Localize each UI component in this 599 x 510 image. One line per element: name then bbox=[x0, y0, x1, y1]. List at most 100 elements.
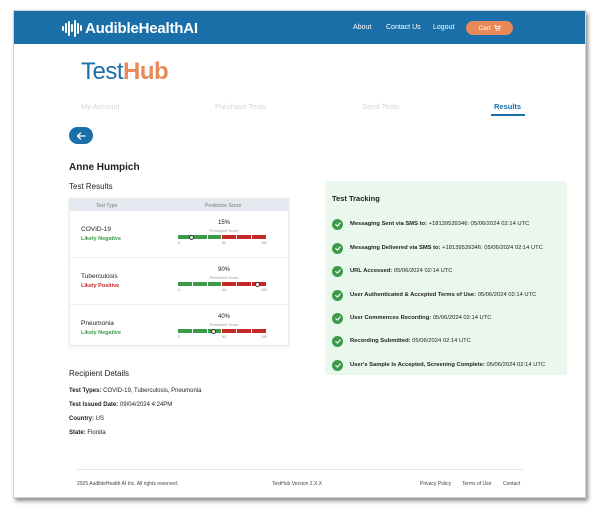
score-bar-segment bbox=[222, 235, 237, 239]
score-bar-segment bbox=[252, 329, 266, 333]
tracking-item-text: Recording Submitted: 05/06/2024 02:14 UT… bbox=[350, 338, 471, 344]
result-status: Likely Negative bbox=[81, 236, 122, 242]
tab-purchase-tests[interactable]: Purchase Tests bbox=[215, 102, 266, 111]
tracking-item-text: User's Sample Is Accepted, Screening Com… bbox=[350, 362, 546, 368]
tracking-item-text: Messaging Sent via SMS to: +18139539346:… bbox=[350, 221, 530, 227]
predictive-score-label: Predictive Score bbox=[209, 322, 239, 327]
brand-logo[interactable]: AudibleHealthAI bbox=[62, 19, 198, 37]
predictive-score-label: Predictive Score bbox=[209, 275, 239, 280]
screenshot-frame: AudibleHealthAI About Contact Us Logout … bbox=[0, 0, 599, 510]
tracking-item-text: Messaging Delivered via SMS to: +1813953… bbox=[350, 245, 543, 251]
results-table-header: Test Type Predictive Score bbox=[70, 199, 288, 211]
result-status: Likely Positive bbox=[81, 283, 120, 289]
score-bar-segment bbox=[252, 235, 266, 239]
footer-contact[interactable]: Contact bbox=[503, 481, 520, 487]
tracking-item: Recording Submitted: 05/06/2024 02:14 UT… bbox=[332, 335, 471, 347]
page: AudibleHealthAI About Contact Us Logout … bbox=[13, 10, 586, 498]
score-bar-segment bbox=[237, 235, 252, 239]
tracking-item-text: User Authenticated & Accepted Terms of U… bbox=[350, 292, 537, 298]
back-button[interactable] bbox=[69, 127, 93, 144]
tracking-item: User Authenticated & Accepted Terms of U… bbox=[332, 289, 536, 301]
nav-contact-us[interactable]: Contact Us bbox=[386, 24, 421, 31]
brand-name: AudibleHealthAI bbox=[85, 19, 198, 37]
score-scale: 0 50 100 bbox=[178, 241, 267, 246]
scale-tick-label: 50 bbox=[222, 335, 226, 339]
tracking-item: Messaging Delivered via SMS to: +1813953… bbox=[332, 242, 543, 254]
score-bar-segment bbox=[192, 329, 207, 333]
result-row: Pneumonia Likely Negative 40% Predictive Sc… bbox=[70, 305, 288, 352]
recipient-test-types: Test Types: COVID-19, Tuberculosis, Pneu… bbox=[69, 388, 202, 394]
arrow-left-icon bbox=[76, 131, 86, 140]
footer-copyright: 2025 AudibleHealth AI Inc. All rights re… bbox=[77, 481, 179, 487]
tracking-item: User Commences Recording: 05/06/2024 02:… bbox=[332, 312, 491, 324]
col-predictive-score: Predictive Score bbox=[205, 203, 242, 209]
nav-logout[interactable]: Logout bbox=[433, 24, 454, 31]
predictive-score-value: 15% bbox=[217, 220, 230, 226]
tab-my-account[interactable]: My Account bbox=[81, 102, 120, 111]
result-status: Likely Negative bbox=[81, 330, 122, 336]
score-bar-segment bbox=[222, 282, 237, 286]
score-marker bbox=[210, 328, 216, 334]
footer-terms-of-use[interactable]: Terms of Use bbox=[462, 481, 491, 487]
scale-tick-label: 0 bbox=[178, 288, 180, 292]
result-test-name: Pneumonia bbox=[81, 320, 114, 327]
scale-tick-label: 44 bbox=[222, 288, 226, 292]
recipient-country: Country: US bbox=[69, 416, 105, 422]
score-marker bbox=[188, 234, 194, 240]
score-bar-segment bbox=[207, 282, 222, 286]
recipient-details-heading: Recipient Details bbox=[69, 369, 130, 378]
tab-results[interactable]: Results bbox=[494, 102, 521, 111]
test-tracking-panel: Test Tracking Messaging Sent via SMS to:… bbox=[325, 181, 567, 375]
test-results-card: Test Type Predictive Score COVID-19 Likel… bbox=[69, 198, 289, 346]
score-bar-segment bbox=[178, 282, 192, 286]
predictive-score-value: 40% bbox=[217, 314, 230, 320]
score-marker bbox=[254, 281, 260, 287]
scale-tick-label: 0 bbox=[178, 335, 180, 339]
score-scale: 0 50 100 bbox=[178, 335, 267, 340]
col-test-type: Test Type bbox=[96, 203, 118, 209]
score-bar-segment bbox=[222, 329, 237, 333]
cart-icon bbox=[493, 25, 501, 31]
footer-version: TestHub Version 2.X.X bbox=[272, 481, 323, 487]
cart-label: Cart bbox=[478, 24, 491, 32]
result-row: Tuberculosis Likely Positive 90% Predictive… bbox=[70, 258, 288, 305]
test-tracking-heading: Test Tracking bbox=[332, 194, 380, 203]
check-circle-icon bbox=[332, 289, 343, 301]
score-scale: 0 44 100 bbox=[178, 288, 267, 293]
predictive-score-label: Predictive Score bbox=[209, 228, 239, 233]
patient-name: Anne Humpich bbox=[69, 162, 140, 173]
result-row: COVID-19 Likely Negative 15% Predictive Sco… bbox=[70, 211, 288, 258]
scale-tick-label: 100 bbox=[261, 288, 267, 292]
tracking-item-text: URL Accessed: 05/06/2024 02:14 UTC bbox=[350, 268, 453, 274]
top-navbar: AudibleHealthAI About Contact Us Logout … bbox=[14, 11, 585, 44]
check-circle-icon bbox=[332, 242, 343, 254]
check-circle-icon bbox=[332, 335, 343, 347]
scale-tick-label: 100 bbox=[261, 335, 267, 339]
cart-button[interactable]: Cart bbox=[466, 21, 513, 35]
check-circle-icon bbox=[332, 218, 343, 230]
score-bar-segment bbox=[192, 235, 207, 239]
testhub-logo: TestHub bbox=[81, 58, 169, 85]
score-bar-segment bbox=[237, 329, 252, 333]
scale-tick-label: 0 bbox=[178, 241, 180, 245]
footer-divider bbox=[77, 469, 523, 470]
score-bar-segment bbox=[207, 235, 222, 239]
check-circle-icon bbox=[332, 265, 343, 277]
check-circle-icon bbox=[332, 312, 343, 324]
score-bar-segment bbox=[237, 282, 252, 286]
scale-tick-label: 100 bbox=[261, 241, 267, 245]
score-bar-segment bbox=[192, 282, 207, 286]
tab-send-tests[interactable]: Send Tests bbox=[362, 102, 399, 111]
result-test-name: COVID-19 bbox=[81, 226, 111, 233]
recipient-state: State: Florida bbox=[69, 430, 106, 436]
tracking-item-text: User Commences Recording: 05/06/2024 02:… bbox=[350, 315, 492, 321]
tracking-item: User's Sample Is Accepted, Screening Com… bbox=[332, 359, 545, 371]
score-bar-segment bbox=[178, 329, 192, 333]
predictive-score-bar bbox=[178, 282, 266, 286]
active-tab-indicator bbox=[491, 114, 525, 116]
footer-privacy-policy[interactable]: Privacy Policy bbox=[420, 481, 451, 487]
recipient-issued-date: Test Issued Date: 09/04/2024 4:24PM bbox=[69, 402, 173, 408]
soundwave-icon bbox=[62, 19, 82, 37]
scale-tick-label: 50 bbox=[222, 241, 226, 245]
nav-about[interactable]: About bbox=[353, 24, 371, 31]
